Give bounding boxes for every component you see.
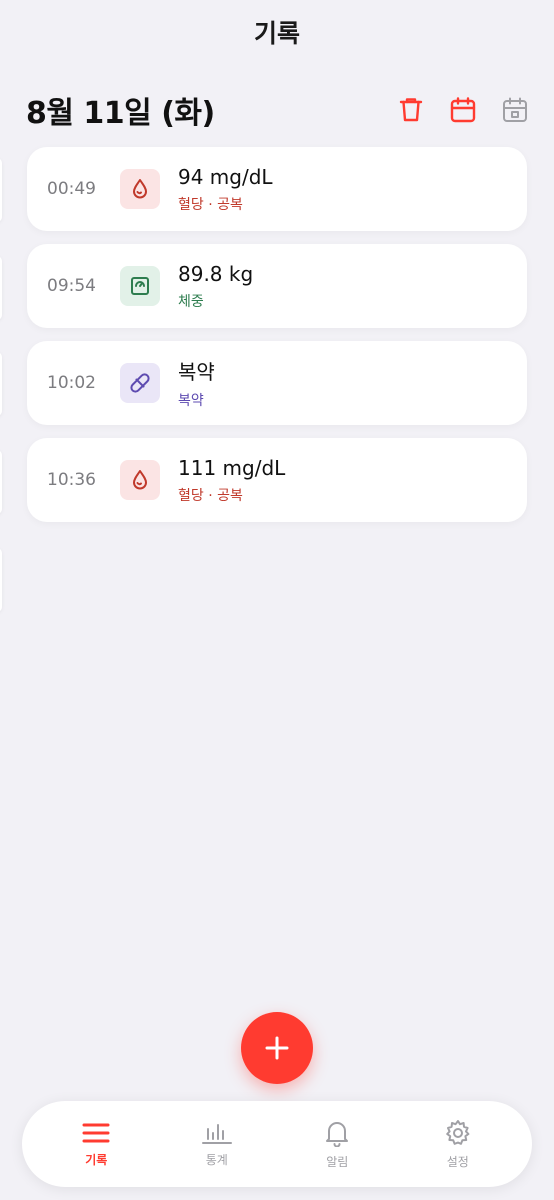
- previous-page-edge: [0, 352, 2, 416]
- blood-drop-icon: [133, 179, 147, 199]
- bar-chart-icon: [201, 1123, 232, 1144]
- list-icon: [82, 1123, 110, 1142]
- tab-settings[interactable]: 설정: [408, 1119, 508, 1170]
- tab-label: 기록: [85, 1152, 108, 1167]
- record-time: 00:49: [47, 179, 96, 199]
- calendar-button[interactable]: [448, 95, 478, 125]
- record-time: 10:02: [47, 373, 96, 393]
- record-category: 복약: [178, 393, 204, 409]
- tab-bar: 기록 통계 알림 설정: [22, 1101, 532, 1187]
- record-value: 89.8 kg: [178, 261, 254, 286]
- date-bar: 8월 11일 (화): [26, 88, 530, 132]
- tab-label: 알림: [326, 1154, 349, 1169]
- date-actions: [396, 95, 530, 125]
- record-list: 00:49 94 mg/dL 혈당 · 공복 09:54 89.8 kg 체중 …: [27, 147, 527, 535]
- calendar-icon: [450, 97, 476, 123]
- record-value: 111 mg/dL: [178, 455, 286, 480]
- page-title: 기록: [253, 19, 300, 48]
- tab-label: 통계: [205, 1152, 228, 1167]
- date-title: 8월 11일 (화): [26, 96, 215, 131]
- previous-page-edge: [0, 548, 2, 612]
- record-card[interactable]: 10:02 복약 복약: [27, 341, 527, 425]
- plus-icon: [265, 1036, 289, 1060]
- tab-label: 설정: [446, 1154, 469, 1169]
- delete-button[interactable]: [396, 95, 426, 125]
- scale-icon: [131, 277, 149, 295]
- previous-page-edge: [0, 158, 2, 222]
- add-record-button[interactable]: [241, 1012, 313, 1084]
- record-value: 복약: [178, 360, 215, 384]
- record-card[interactable]: 00:49 94 mg/dL 혈당 · 공복: [27, 147, 527, 231]
- previous-page-edge: [0, 256, 2, 320]
- today-button[interactable]: [500, 95, 530, 125]
- trash-icon: [399, 98, 423, 122]
- record-category: 체중: [178, 293, 204, 310]
- record-time: 09:54: [47, 276, 96, 296]
- record-time: 10:36: [47, 470, 96, 490]
- tab-statistics[interactable]: 통계: [167, 1121, 267, 1168]
- record-icon-box: [120, 266, 160, 306]
- blood-drop-icon: [133, 470, 147, 490]
- tab-records[interactable]: 기록: [46, 1121, 146, 1168]
- record-icon-box: [120, 460, 160, 500]
- record-value: 94 mg/dL: [178, 164, 273, 189]
- record-card[interactable]: 10:36 111 mg/dL 혈당 · 공복: [27, 438, 527, 522]
- record-card[interactable]: 09:54 89.8 kg 체중: [27, 244, 527, 328]
- record-icon-box: [120, 169, 160, 209]
- gear-icon: [445, 1119, 470, 1145]
- tab-alerts[interactable]: 알림: [287, 1119, 387, 1170]
- record-category: 혈당 · 공복: [178, 487, 243, 504]
- pill-icon: [130, 373, 150, 393]
- previous-page-edge: [0, 450, 2, 514]
- record-category: 혈당 · 공복: [178, 196, 243, 213]
- calendar-day-icon: [503, 97, 527, 122]
- record-icon-box: [120, 363, 160, 403]
- bell-icon: [326, 1121, 349, 1147]
